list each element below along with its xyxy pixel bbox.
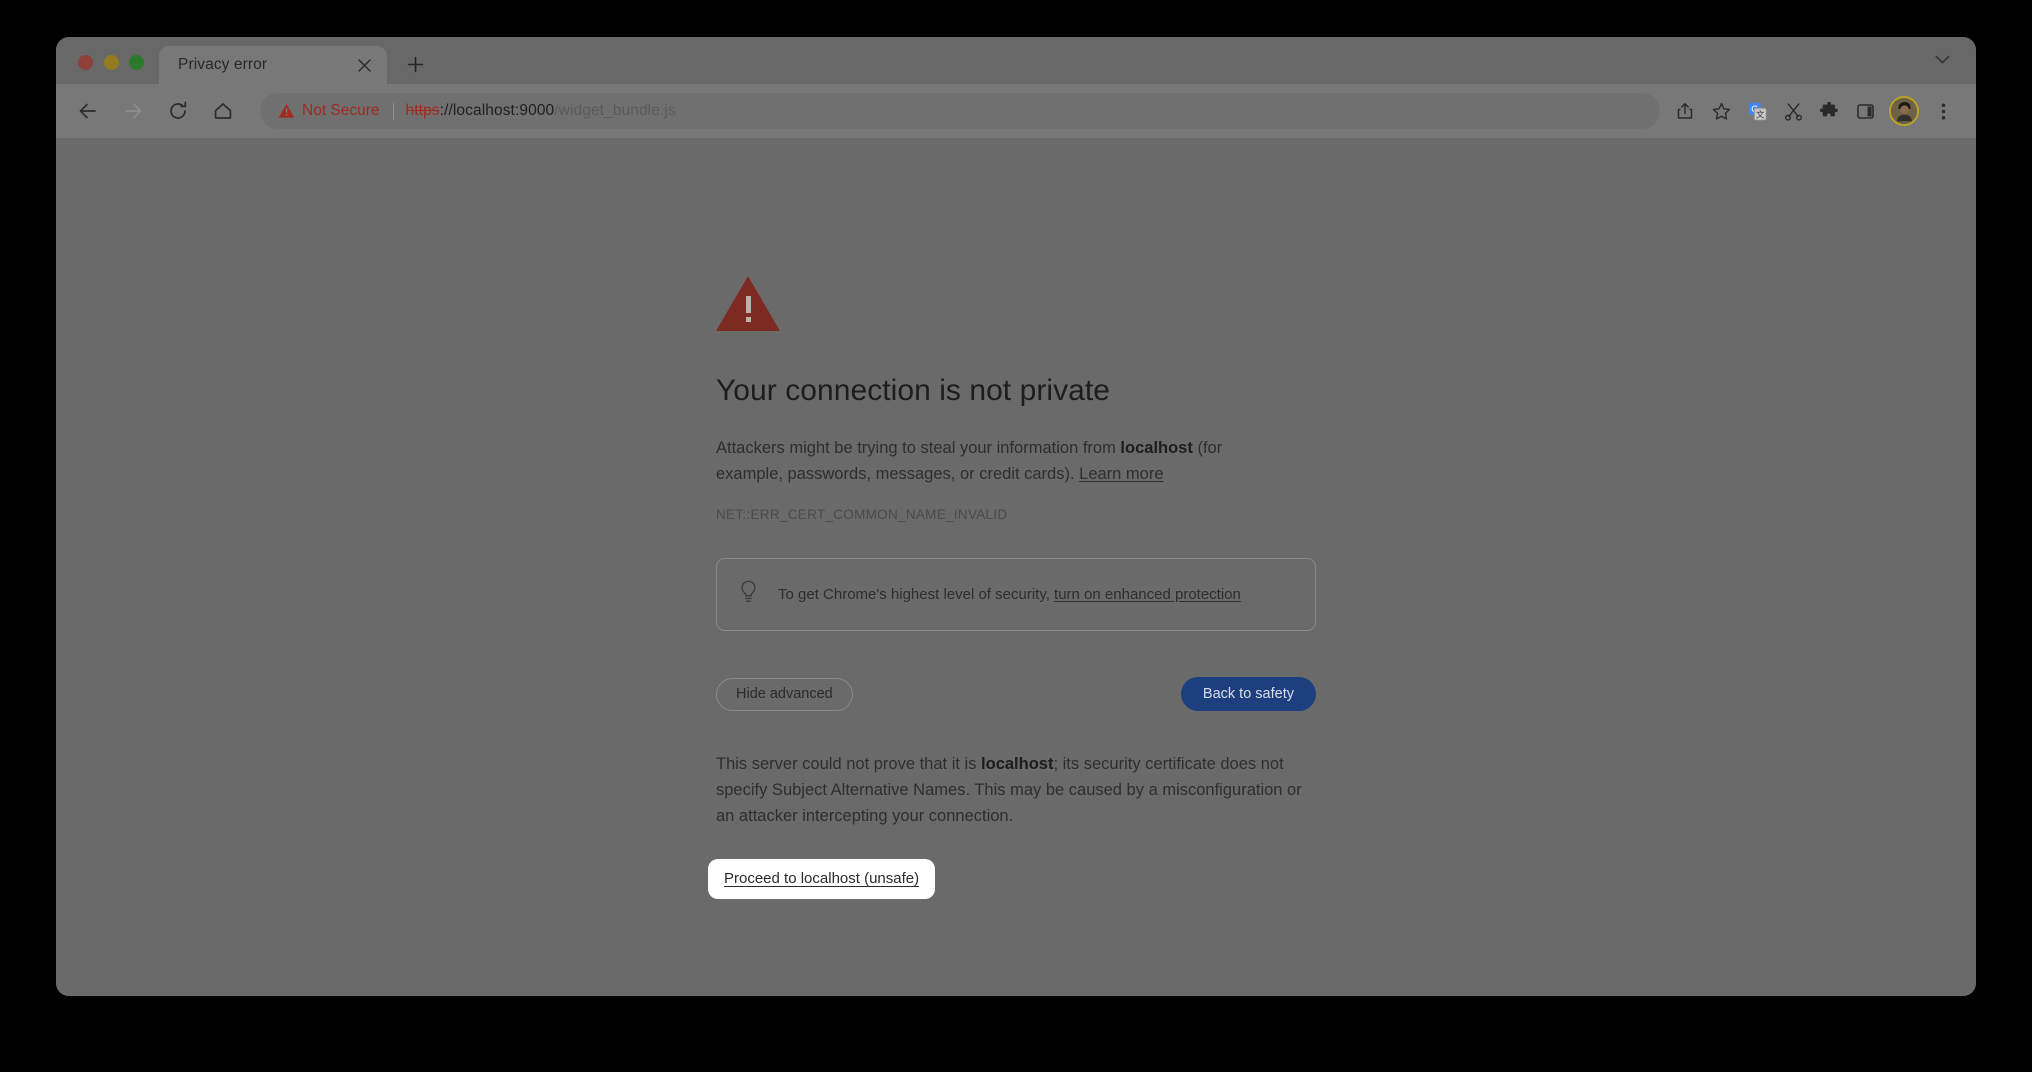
tab-title: Privacy error <box>178 56 268 73</box>
window-traffic-lights <box>56 55 144 84</box>
tab-search-button[interactable] <box>1926 44 1958 76</box>
browser-window: Privacy error Not Secure https://localho… <box>56 37 1976 996</box>
extensions-button[interactable] <box>1812 94 1846 128</box>
side-panel-button[interactable] <box>1848 94 1882 128</box>
profile-avatar[interactable] <box>1889 96 1919 126</box>
proceed-to-site-link[interactable]: Proceed to localhost (unsafe) <box>724 870 919 887</box>
bookmark-star-icon <box>1712 102 1730 120</box>
avatar-icon <box>1891 98 1917 124</box>
lightbulb-icon <box>739 580 758 609</box>
browser-menu-button[interactable] <box>1926 94 1960 128</box>
share-button[interactable] <box>1668 94 1702 128</box>
three-dot-menu-icon <box>1941 102 1945 120</box>
google-translate-button[interactable]: G 文 <box>1740 94 1774 128</box>
browser-tab[interactable]: Privacy error <box>159 46 387 84</box>
security-status-chip[interactable]: Not Secure <box>278 102 380 120</box>
address-bar[interactable]: Not Secure https://localhost:9000/widget… <box>260 93 1660 129</box>
ssl-interstitial: Your connection is not private Attackers… <box>708 276 1316 900</box>
learn-more-link[interactable]: Learn more <box>1079 465 1163 483</box>
url-separator: :// <box>439 102 453 119</box>
url-scheme: https <box>405 102 440 119</box>
advanced-hostname: localhost <box>981 755 1054 774</box>
svg-text:文: 文 <box>1755 109 1764 119</box>
reload-button[interactable] <box>160 93 196 129</box>
minimize-window-button[interactable] <box>103 55 119 70</box>
turn-on-enhanced-protection-link[interactable]: turn on enhanced protection <box>1054 586 1241 603</box>
toolbar-actions: G 文 <box>1668 94 1960 128</box>
scissors-button[interactable] <box>1776 94 1810 128</box>
home-icon <box>214 103 232 119</box>
share-icon <box>1677 103 1693 119</box>
forward-arrow-icon <box>125 103 142 119</box>
forward-button[interactable] <box>115 93 151 129</box>
close-tab-icon[interactable] <box>353 54 375 76</box>
google-translate-icon: G 文 <box>1748 102 1767 121</box>
home-button[interactable] <box>205 93 241 129</box>
warning-triangle-icon <box>278 104 295 118</box>
maximize-window-button[interactable] <box>129 55 144 70</box>
warning-exclamation-stem <box>745 296 751 313</box>
back-button[interactable] <box>70 93 106 129</box>
enhanced-protection-prefix: To get Chrome's highest level of securit… <box>778 586 1055 604</box>
error-code: NET::ERR_CERT_COMMON_NAME_INVALID <box>716 507 1008 523</box>
back-arrow-icon <box>79 103 96 119</box>
proceed-link-highlight: Proceed to localhost (unsafe) <box>708 859 936 900</box>
enhanced-protection-callout: To get Chrome's highest level of securit… <box>716 558 1316 632</box>
page-title: Your connection is not private <box>716 374 1110 407</box>
url-text: https://localhost:9000/widget_bundle.js <box>406 102 676 120</box>
omnibox-divider <box>392 102 394 120</box>
extensions-puzzle-icon <box>1819 101 1838 116</box>
tab-strip: Privacy error <box>56 37 1976 84</box>
chevron-down-icon <box>1934 55 1950 64</box>
warning-triangle-icon <box>716 276 780 331</box>
bookmark-button[interactable] <box>1704 94 1738 128</box>
url-path: /widget_bundle.js <box>554 102 676 119</box>
advanced-prefix: This server could not prove that it is <box>716 755 982 774</box>
warning-exclamation-dot <box>745 317 751 322</box>
reload-icon <box>170 101 187 119</box>
close-window-button[interactable] <box>78 55 93 70</box>
back-to-safety-button[interactable]: Back to safety <box>1180 677 1316 712</box>
side-panel-icon <box>1856 103 1874 119</box>
browser-toolbar: Not Secure https://localhost:9000/widget… <box>56 84 1976 138</box>
interstitial-button-row: Hide advanced Back to safety <box>716 677 1316 712</box>
not-secure-label: Not Secure <box>302 102 380 119</box>
new-tab-button[interactable] <box>397 46 433 82</box>
url-host: localhost:9000 <box>452 102 555 119</box>
hide-advanced-button[interactable]: Hide advanced <box>716 677 853 711</box>
page-viewport: Your connection is not private Attackers… <box>56 138 1976 996</box>
scissors-icon <box>1784 102 1802 121</box>
body-prefix: Attackers might be trying to steal your … <box>716 439 1121 457</box>
body-hostname: localhost <box>1120 439 1193 457</box>
enhanced-protection-text: To get Chrome's highest level of securit… <box>778 584 1241 605</box>
interstitial-body-text: Attackers might be trying to steal your … <box>716 435 1271 487</box>
advanced-details-text: This server could not prove that it is l… <box>716 751 1306 829</box>
